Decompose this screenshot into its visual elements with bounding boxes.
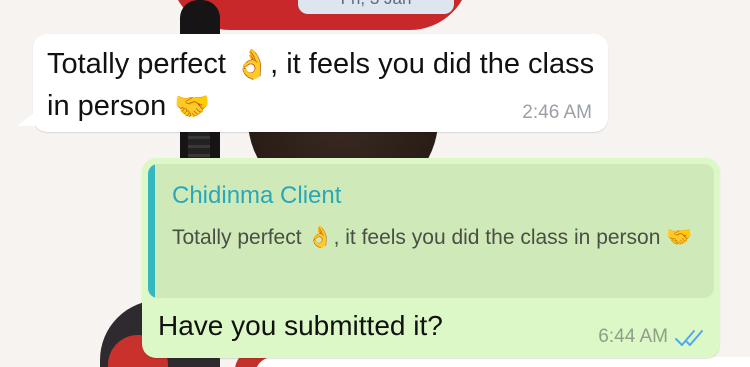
message-text-part: Totally perfect xyxy=(47,48,234,80)
quote-accent-bar xyxy=(148,164,155,298)
quote-text-part: Totally perfect xyxy=(172,226,308,249)
handshake-emoji-icon: 🤝 xyxy=(666,226,693,250)
quote-text: Totally perfect 👌, it feels you did the … xyxy=(172,222,702,254)
ok-hand-emoji-icon: 👌 xyxy=(233,48,271,81)
incoming-message-bubble[interactable]: Totally perfect 👌, it feels you did the … xyxy=(17,34,608,132)
message-text: Totally perfect 👌, it feels you did the … xyxy=(47,44,602,128)
date-separator: Fri, 3 Jan xyxy=(298,0,454,14)
outgoing-message-bubble[interactable]: Chidinma Client Totally perfect 👌, it fe… xyxy=(142,158,720,358)
quoted-reply[interactable]: Chidinma Client Totally perfect 👌, it fe… xyxy=(148,164,714,298)
quote-text-part: , it feels you did the class in person xyxy=(333,226,667,249)
message-timestamp: 6:44 AM xyxy=(598,326,668,347)
double-check-icon xyxy=(675,330,703,346)
quote-author: Chidinma Client xyxy=(172,182,342,209)
next-message-bubble-edge xyxy=(255,357,750,367)
message-text: Have you submitted it? xyxy=(158,310,443,341)
message-timestamp: 2:46 AM xyxy=(522,102,592,123)
ok-hand-emoji-icon: 👌 xyxy=(307,226,334,250)
handshake-emoji-icon: 🤝 xyxy=(174,90,211,123)
bubble-tail xyxy=(17,112,35,126)
